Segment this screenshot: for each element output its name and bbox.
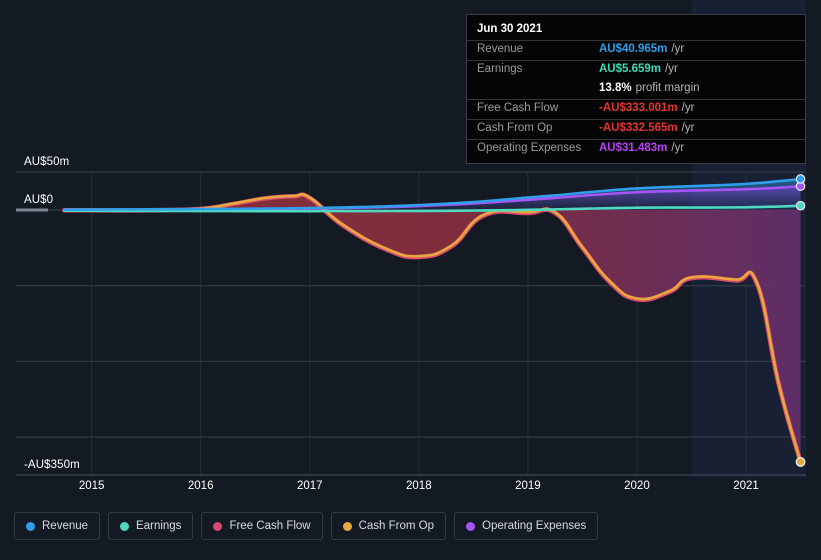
- legend-color-dot: [120, 521, 130, 531]
- legend-item-label: Operating Expenses: [482, 520, 587, 532]
- tooltip-row: Operating Expenses AU$31.483m/yr: [467, 139, 805, 159]
- tooltip-row: 13.8% profit margin: [467, 80, 805, 99]
- tooltip-row-unit: /yr: [665, 63, 678, 75]
- legend-item-label: Revenue: [42, 520, 89, 532]
- tooltip-row-label: Cash From Op: [477, 122, 553, 134]
- legend-item-label: Cash From Op: [358, 520, 435, 532]
- tooltip-row-value: AU$5.659m: [599, 63, 662, 75]
- legend-item-earnings[interactable]: Earnings: [108, 512, 194, 540]
- tooltip-row-label: Revenue: [477, 43, 524, 55]
- y-axis-tick-label: AU$50m: [24, 156, 70, 169]
- negative-cashflow-area: [64, 194, 801, 462]
- legend-item-revenue[interactable]: Revenue: [14, 512, 101, 540]
- x-axis-tick-label: 2016: [187, 480, 214, 492]
- tooltip-row-value: -AU$332.565m: [599, 122, 678, 134]
- tooltip-row-label: Operating Expenses: [477, 142, 582, 154]
- tooltip-date: Jun 30 2021: [477, 23, 543, 35]
- x-axis-tick-label: 2020: [624, 480, 650, 492]
- series-endpoint-cash-from-op: [795, 456, 806, 467]
- legend-item-free-cash-flow[interactable]: Free Cash Flow: [201, 512, 323, 540]
- tooltip-row-unit: profit margin: [635, 82, 700, 94]
- tooltip-row-label: Free Cash Flow: [477, 102, 559, 114]
- tooltip-row-unit: /yr: [671, 142, 685, 154]
- tooltip-row-label: Earnings: [477, 63, 523, 75]
- tooltip-row: Revenue AU$40.965m/yr: [467, 40, 805, 60]
- series-endpoint-revenue: [795, 174, 806, 184]
- tooltip-row: Earnings AU$5.659m/yr: [467, 60, 805, 80]
- tooltip-row: Free Cash Flow -AU$333.001m/yr: [467, 99, 805, 119]
- tooltip-row-unit: /yr: [681, 122, 695, 134]
- chart-legend: Revenue Earnings Free Cash Flow Cash From O…: [14, 512, 599, 540]
- legend-color-dot: [26, 521, 35, 531]
- legend-color-dot: [342, 521, 352, 531]
- financial-performance-chart: AU$50m AU$0 -AU$350m 2015 2016 2017 2018 2019 2…: [0, 0, 821, 560]
- x-axis-tick-label: 2015: [78, 480, 105, 492]
- legend-item-label: Earnings: [136, 520, 182, 532]
- tooltip-row-value: AU$31.483m: [599, 142, 668, 154]
- tooltip-row-value: 13.8%: [599, 82, 632, 94]
- x-axis-tick-label: 2019: [515, 480, 541, 492]
- hover-tooltip: Jun 30 2021 Revenue AU$40.965m/yr Earnings…: [466, 14, 806, 164]
- legend-color-dot: [213, 521, 223, 531]
- legend-color-dot: [466, 521, 476, 531]
- y-axis-tick-label: -AU$350m: [24, 459, 80, 471]
- x-axis-tick-label: 2017: [296, 480, 323, 492]
- tooltip-row-value: -AU$333.001m: [599, 102, 678, 114]
- x-axis-tick-label: 2021: [733, 480, 759, 492]
- series-endpoint-earnings: [795, 200, 806, 211]
- legend-item-cash-from-op[interactable]: Cash From Op: [330, 512, 447, 540]
- legend-item-operating-expenses[interactable]: Operating Expenses: [454, 512, 599, 540]
- tooltip-row: Cash From Op -AU$332.565m/yr: [467, 119, 805, 139]
- x-axis-tick-label: 2018: [406, 480, 432, 492]
- y-axis-tick-label: AU$0: [24, 194, 54, 206]
- tooltip-row-unit: /yr: [681, 102, 695, 114]
- legend-item-label: Free Cash Flow: [229, 520, 311, 532]
- tooltip-row-value: AU$40.965m: [599, 43, 668, 55]
- tooltip-row-unit: /yr: [671, 43, 685, 55]
- tooltip-rows: Revenue AU$40.965m/yr Earnings AU$5.659m/yr…: [467, 40, 805, 159]
